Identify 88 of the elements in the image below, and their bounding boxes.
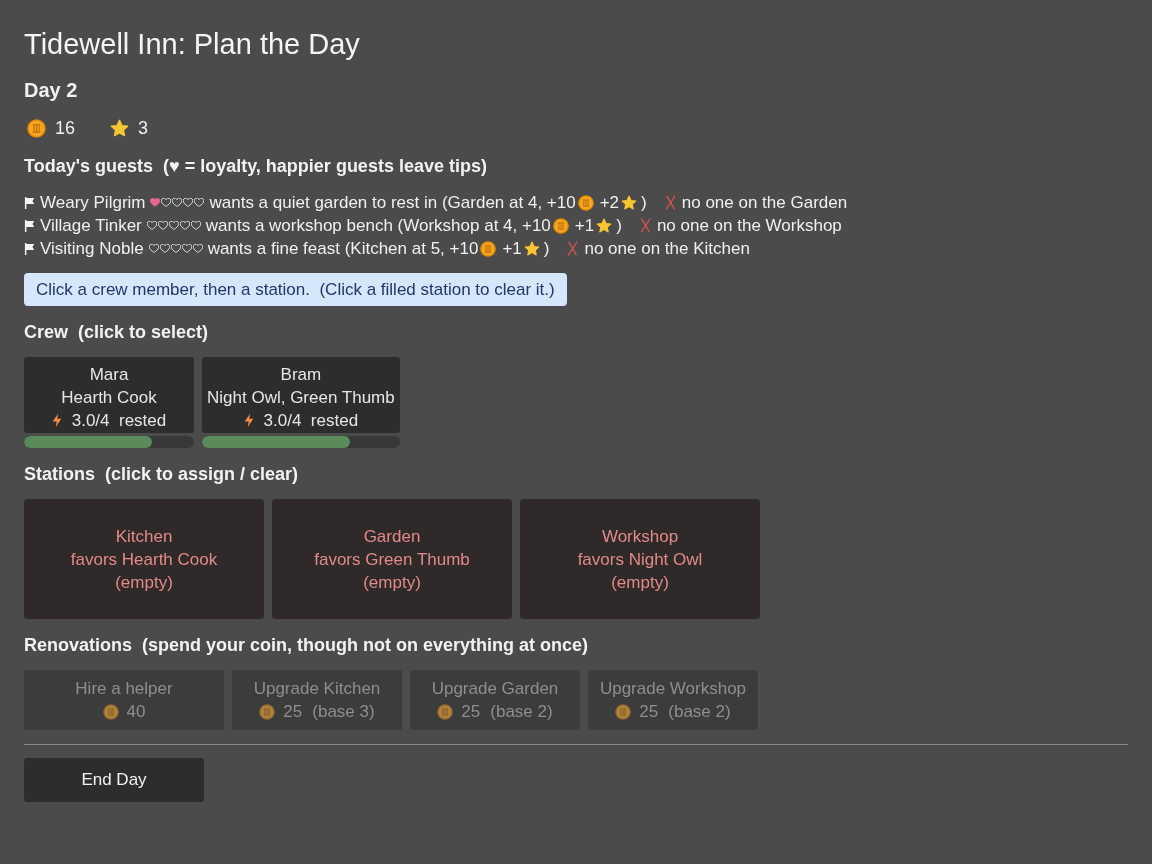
end-day-button[interactable]: End Day [24, 758, 204, 802]
energy-reading: 3.0/4 rested [71, 410, 167, 432]
heart-icon [157, 221, 168, 230]
closing-parenthesis: ) [543, 238, 550, 260]
stat-value: 3 [138, 117, 149, 140]
guest-status: no one on the Kitchen [584, 238, 750, 260]
heart-icon [181, 244, 192, 253]
guest-request: wants a quiet garden to rest in (Garden at 4, +10 [209, 192, 576, 214]
hint-banner: Click a crew member, then a station. (Click a filled station to clear it.) [24, 273, 567, 306]
coin-icon [552, 217, 569, 234]
station-assignee: (empty) [115, 571, 173, 594]
reward-value: +1 [502, 238, 522, 260]
renovation-label: Upgrade Workshop [599, 678, 747, 700]
heart-icon [172, 198, 183, 207]
renovation-cost: 25 [283, 701, 303, 723]
energy-reading: 3.0/4 rested [263, 410, 359, 432]
guest-status: no one on the Garden [681, 192, 848, 214]
renovation-label: Hire a helper [75, 678, 173, 700]
heart-icon [194, 198, 205, 207]
lightning-icon [51, 413, 62, 428]
day-label: Day 2 [24, 78, 78, 103]
star-icon [621, 195, 638, 210]
renovation-cost: 25 [461, 701, 481, 723]
station-favors: favors Hearth Cook [70, 548, 218, 571]
guest-name: Weary Pilgrim [40, 192, 146, 214]
coin-icon [480, 240, 497, 257]
coin-icon [259, 703, 276, 720]
section-heading: Stations (click to assign / clear) [24, 463, 299, 486]
station-assignee: (empty) [611, 571, 669, 594]
heart-icon [161, 198, 172, 207]
reward-value: +2 [599, 192, 620, 214]
lightning-icon [243, 413, 254, 428]
heart-icon [183, 198, 194, 207]
station-name: Workshop [601, 525, 679, 548]
section-heading: Today's guests (♥ = loyalty, happier guests leave tips) [24, 155, 487, 178]
star-icon [110, 119, 130, 137]
heart-icon [192, 244, 203, 253]
heart-icon [159, 244, 170, 253]
heart-icon [148, 244, 159, 253]
stat-value: 16 [55, 117, 76, 140]
flag-icon [24, 242, 35, 255]
heart-icon [146, 221, 157, 230]
heart-icon [170, 244, 181, 253]
closing-parenthesis: ) [641, 192, 647, 214]
station-name: Kitchen [115, 525, 173, 548]
flag-icon [24, 196, 35, 209]
renovation-note: (base 2) [490, 701, 553, 723]
crew-name: Mara [89, 364, 129, 386]
star-icon [596, 218, 613, 233]
guest-request: wants a fine feast (Kitchen at 5, +10 [207, 238, 479, 260]
coin-icon [437, 703, 454, 720]
page-title: Tidewell Inn: Plan the Day [24, 27, 360, 62]
coin-icon [615, 703, 632, 720]
section-heading: Crew (click to select) [24, 321, 209, 344]
station-favors: favors Night Owl [577, 548, 703, 571]
crew-card[interactable]: Mara Hearth Cook 3.0/4 rested [24, 357, 194, 433]
renovation-note: (base 3) [312, 701, 375, 723]
closing-parenthesis: ) [616, 215, 622, 237]
renovation-note: (base 2) [668, 701, 731, 723]
heart-icon [179, 221, 190, 230]
station-assignee: (empty) [363, 571, 421, 594]
flag-icon [24, 219, 35, 232]
star-icon [523, 241, 540, 256]
coin-icon [102, 703, 119, 720]
station-card[interactable]: Kitchen favors Hearth Cook (empty) [24, 499, 264, 619]
guest-status: no one on the Workshop [656, 215, 842, 237]
heart-icon [168, 221, 179, 230]
coin-icon [577, 194, 594, 211]
guest-name: Village Tinker [40, 215, 142, 237]
coin-icon [27, 118, 46, 138]
renovation-cost: 40 [126, 701, 146, 723]
station-card[interactable]: Garden favors Green Thumb (empty) [272, 499, 512, 619]
guest-request: wants a workshop bench (Workshop at 4, +10 [205, 215, 551, 237]
reward-value: +1 [574, 215, 595, 237]
crew-traits: Night Owl, Green Thumb [207, 387, 395, 409]
heart-icon [190, 221, 201, 230]
station-favors: favors Green Thumb [314, 548, 470, 571]
renovation-label: Upgrade Kitchen [253, 678, 381, 700]
station-card[interactable]: Workshop favors Night Owl (empty) [520, 499, 760, 619]
station-name: Garden [363, 525, 421, 548]
guest-name: Visiting Noble [40, 238, 144, 260]
crew-name: Bram [280, 364, 322, 386]
renovation-label: Upgrade Garden [431, 678, 559, 700]
heart-icon [150, 198, 161, 207]
section-heading: Renovations (spend your coin, though not on everything at once) [24, 634, 589, 657]
crew-traits: Hearth Cook [61, 387, 157, 409]
crew-card[interactable]: Bram Night Owl, Green Thumb 3.0/4 rested [202, 357, 400, 433]
renovation-cost: 25 [639, 701, 659, 723]
